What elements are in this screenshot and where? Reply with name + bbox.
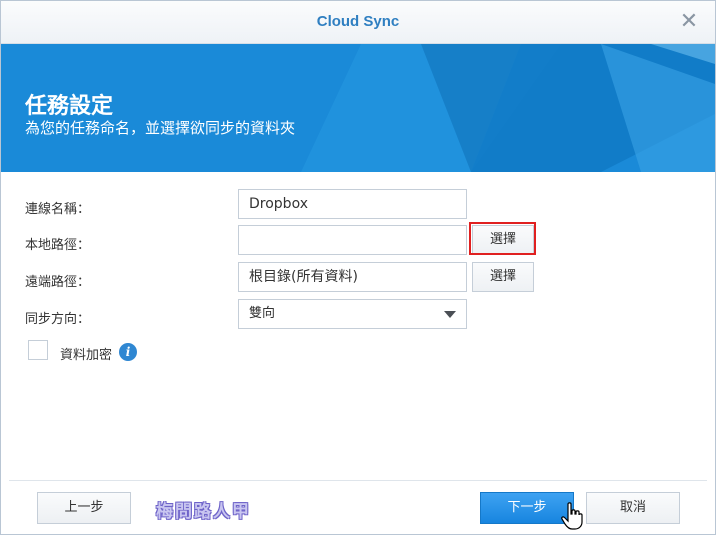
sync-direction-label: 同步方向： — [25, 312, 91, 327]
cloud-sync-dialog: Cloud Sync ✕ 任務設定 為您的任務命名，並選擇欲同步的資料夾 連線名… — [0, 0, 716, 535]
window-title: Cloud Sync — [316, 13, 400, 30]
chevron-down-icon — [444, 311, 456, 318]
banner-title: 任務設定 — [25, 94, 114, 119]
footer-divider — [9, 480, 707, 481]
banner-subtitle: 為您的任務命名，並選擇欲同步的資料夾 — [25, 119, 296, 137]
back-button[interactable]: 上一步 — [37, 492, 131, 524]
next-button[interactable]: 下一步 — [480, 492, 574, 524]
sync-direction-dropdown[interactable]: 雙向 — [238, 299, 467, 329]
sync-direction-value: 雙向 — [249, 306, 276, 321]
header-banner: 任務設定 為您的任務命名，並選擇欲同步的資料夾 — [1, 44, 715, 172]
connection-name-input[interactable]: Dropbox — [238, 189, 467, 219]
close-icon[interactable]: ✕ — [677, 10, 701, 34]
title-bar: Cloud Sync ✕ — [1, 1, 715, 44]
local-path-input[interactable] — [238, 225, 467, 255]
local-path-label: 本地路徑： — [25, 238, 91, 253]
hand-cursor-icon — [561, 502, 583, 530]
remote-path-label: 遠端路徑： — [25, 275, 91, 290]
remote-path-input[interactable]: 根目錄(所有資料) — [238, 262, 467, 292]
watermark: 梅問路人甲 — [156, 502, 251, 522]
cancel-button[interactable]: 取消 — [586, 492, 680, 524]
encryption-checkbox[interactable] — [28, 340, 48, 360]
connection-name-label: 連線名稱： — [25, 202, 91, 217]
info-icon[interactable]: i — [119, 343, 137, 361]
local-path-select-button[interactable]: 選擇 — [472, 225, 534, 255]
encryption-label: 資料加密 — [60, 348, 113, 363]
remote-path-select-button[interactable]: 選擇 — [472, 262, 534, 292]
